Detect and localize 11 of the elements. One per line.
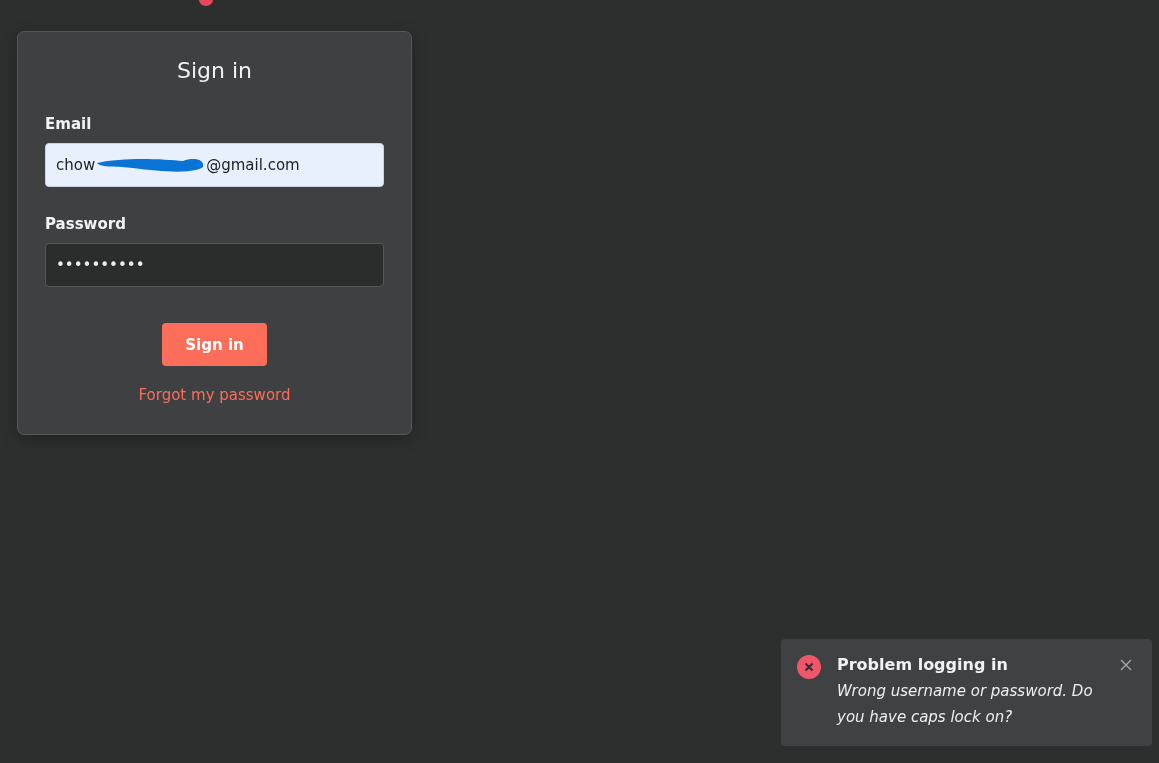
password-label: Password: [45, 215, 127, 233]
card-title: Sign in: [175, 58, 253, 83]
close-button[interactable]: [1118, 657, 1134, 673]
password-field[interactable]: ••••••••••: [45, 243, 384, 287]
forgot-password-link[interactable]: Forgot my password: [138, 386, 291, 404]
toast-title: Problem logging in: [837, 655, 1009, 674]
toast-message: Wrong username or password. Do you have caps lock on?: [837, 681, 1094, 728]
email-label: Email: [45, 115, 93, 133]
logo-icon: [197, 0, 215, 6]
error-icon: [797, 655, 821, 679]
email-field[interactable]: chow @gmail.com: [45, 143, 384, 187]
